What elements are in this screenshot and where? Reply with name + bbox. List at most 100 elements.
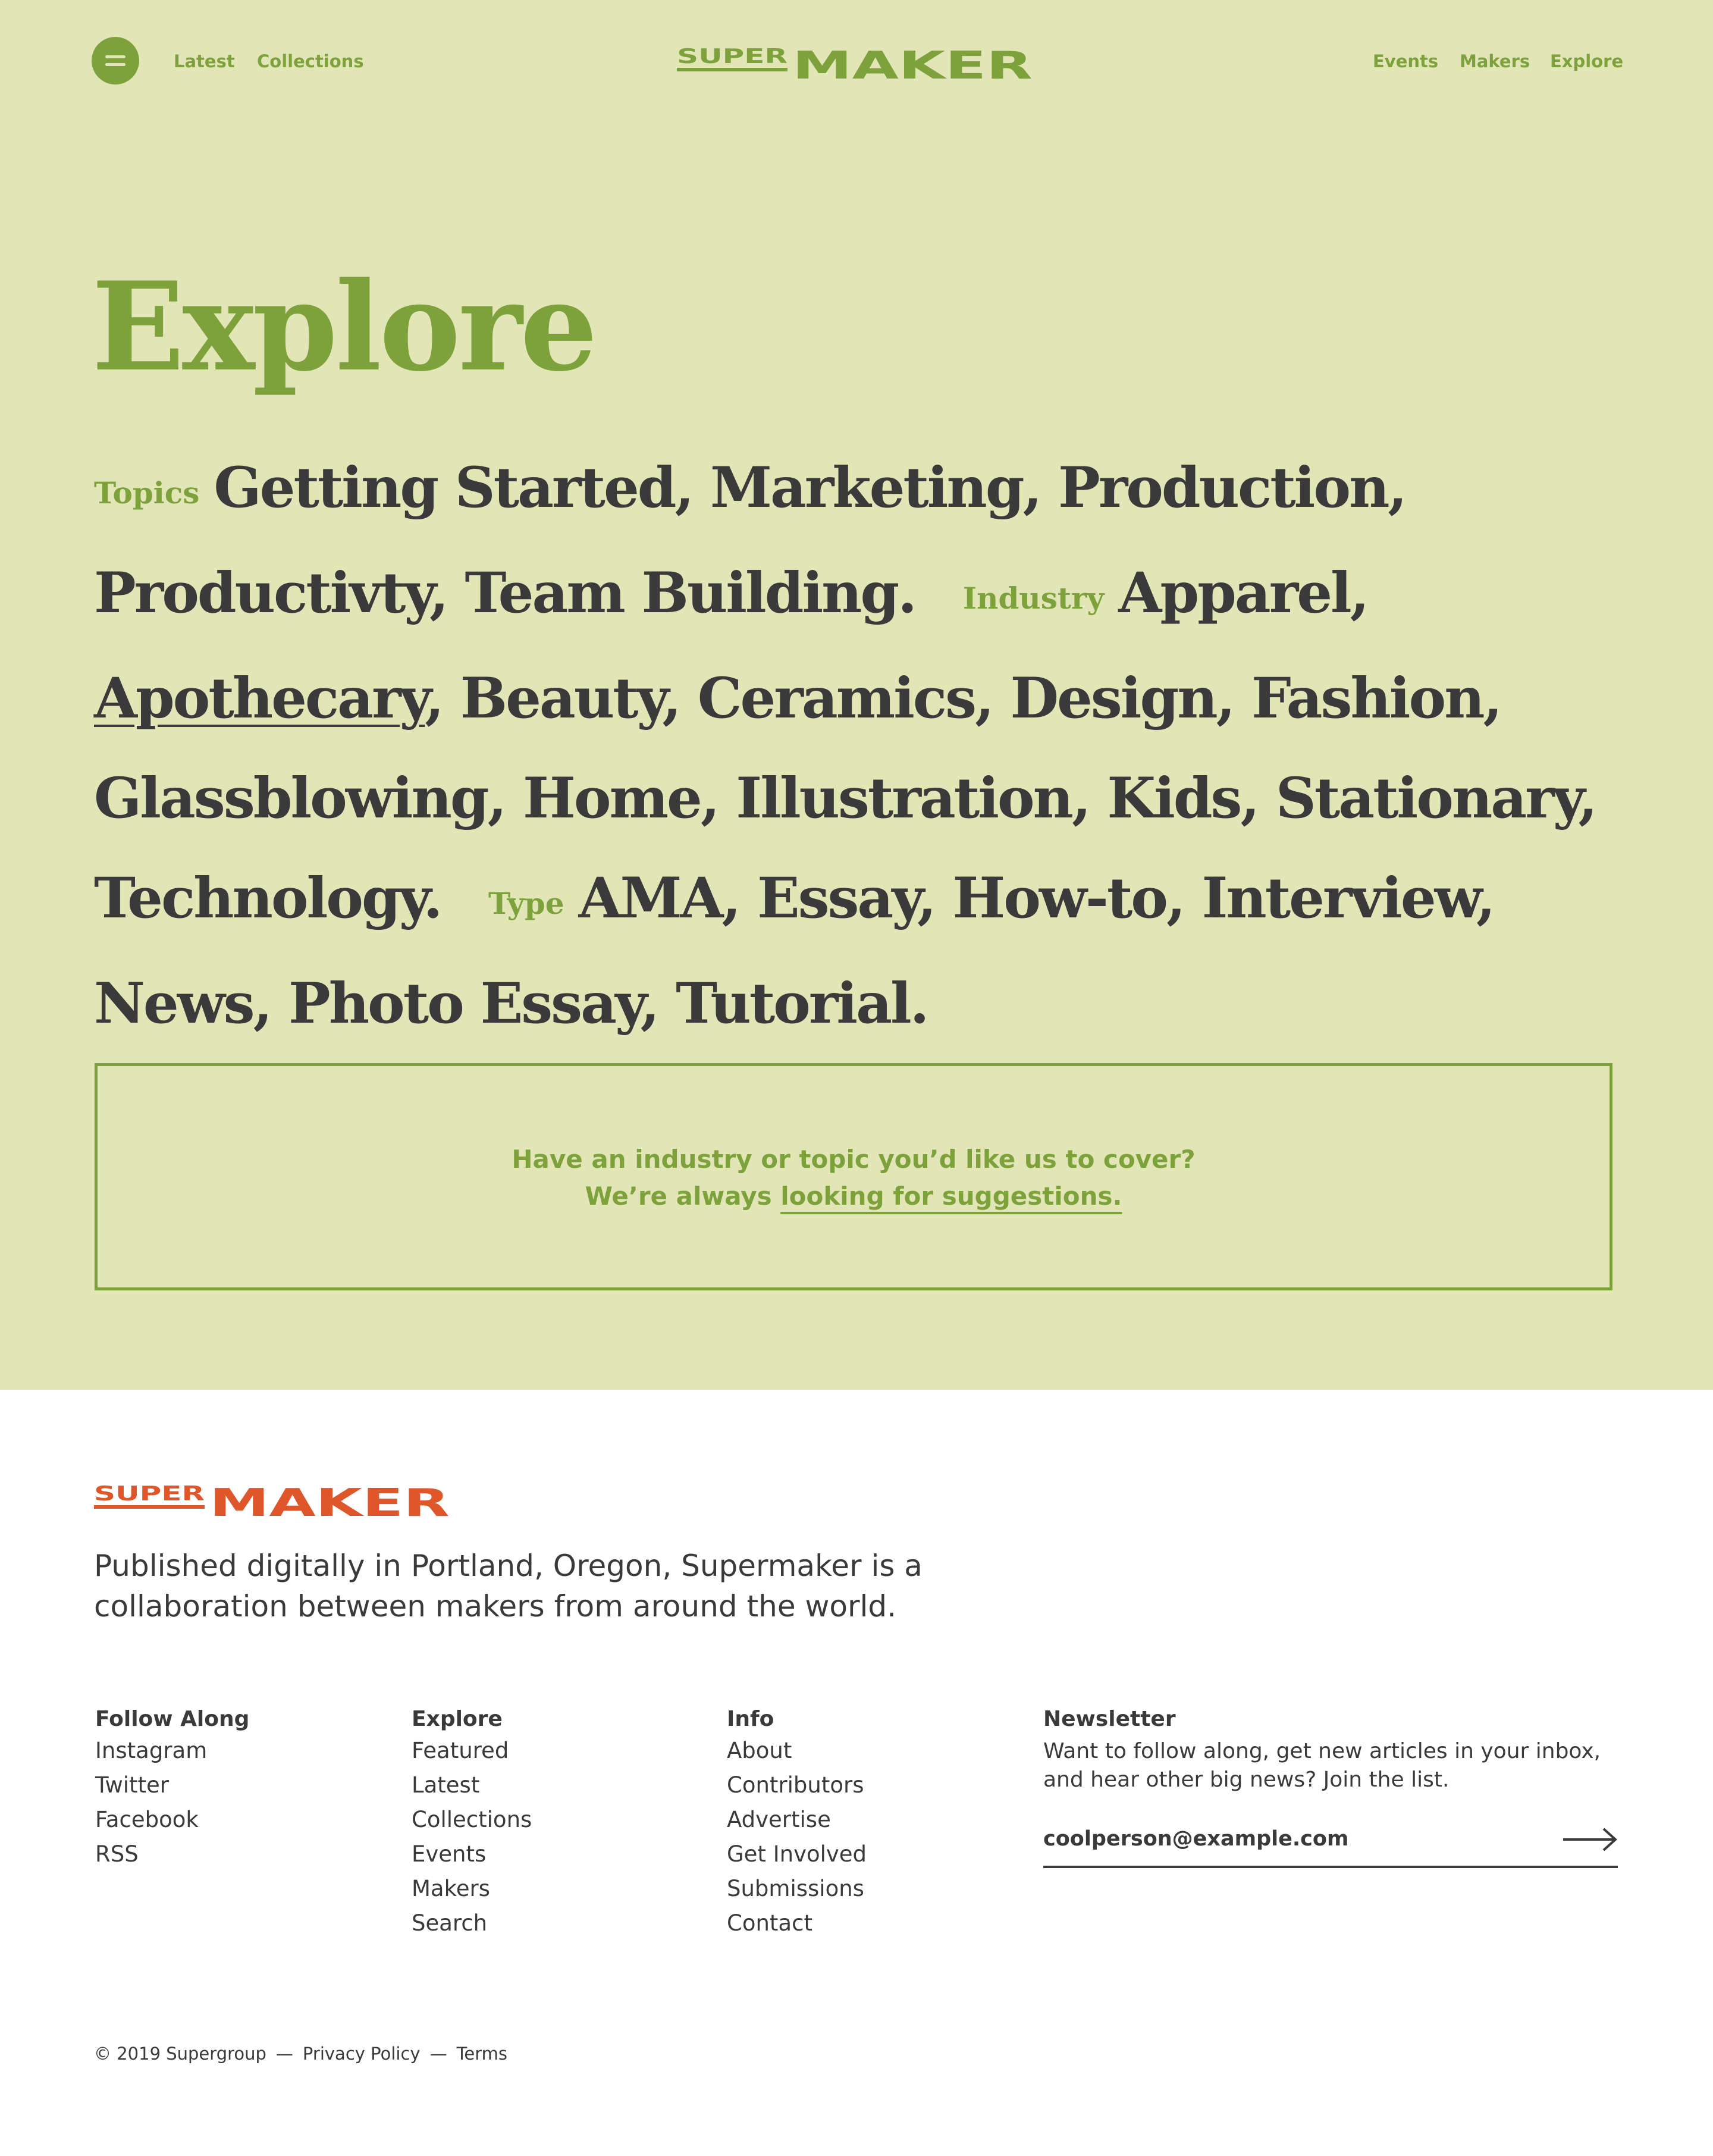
footer-link-featured[interactable]: Featured: [412, 1738, 509, 1763]
nav-link-makers[interactable]: Makers: [1460, 51, 1530, 72]
separator: —: [429, 2044, 447, 2064]
tag-link[interactable]: Illustration: [736, 766, 1074, 831]
tag-group-label: Type: [488, 886, 564, 921]
tag-link[interactable]: Team Building: [465, 560, 899, 626]
tag-link[interactable]: Production: [1058, 455, 1389, 521]
footer-link-latest[interactable]: Latest: [412, 1772, 479, 1798]
tag-link[interactable]: Productivty: [94, 560, 431, 626]
tag-separator: ,: [425, 666, 460, 731]
nav-link-events[interactable]: Events: [1373, 51, 1438, 72]
tag-separator: ,: [429, 560, 465, 626]
footer-link-rss[interactable]: RSS: [95, 1841, 139, 1867]
footer-link-contributors[interactable]: Contributors: [727, 1772, 864, 1798]
tag-link[interactable]: Home: [523, 766, 702, 831]
footer-link-instagram[interactable]: Instagram: [95, 1738, 207, 1763]
nav-link-explore[interactable]: Explore: [1550, 51, 1623, 72]
explore-section: Latest Collections SUPER MAKER Events Ma…: [0, 0, 1713, 1390]
tag-separator: ,: [1071, 766, 1108, 831]
footer-logo[interactable]: SUPER MAKER: [94, 1483, 451, 1518]
tag-separator: ,: [487, 766, 523, 831]
tag-link[interactable]: Getting Started: [214, 455, 676, 521]
footer-link-twitter[interactable]: Twitter: [95, 1772, 169, 1798]
page-title: Explore: [92, 256, 598, 399]
tag-link[interactable]: Photo Essay: [288, 971, 642, 1036]
suggestion-prefix: We’re always: [585, 1182, 772, 1211]
tag-separator: ,: [1350, 560, 1370, 626]
logo-underline: [94, 1505, 205, 1509]
tag-link[interactable]: How-to: [952, 866, 1168, 931]
footer-link-get-involved[interactable]: Get Involved: [727, 1841, 867, 1867]
tag-link[interactable]: Fashion: [1251, 666, 1485, 731]
tag-separator: ,: [1578, 766, 1598, 831]
tag-link[interactable]: News: [94, 971, 255, 1036]
copyright: © 2019 Supergroup: [94, 2044, 266, 2064]
separator: —: [275, 2044, 293, 2064]
tag-separator: ,: [1216, 666, 1252, 731]
tag-separator: ,: [662, 666, 698, 731]
tag-separator: ,: [721, 866, 757, 931]
newsletter-form: [1043, 1820, 1618, 1868]
footer-tagline: Published digitally in Portland, Oregon,…: [94, 1549, 923, 1624]
tag-link[interactable]: Apothecary: [94, 666, 426, 731]
footer-link-advertise[interactable]: Advertise: [727, 1807, 831, 1832]
footer-link-search[interactable]: Search: [412, 1910, 487, 1936]
footer-link-makers[interactable]: Makers: [412, 1876, 490, 1901]
footer-link-events[interactable]: Events: [412, 1841, 486, 1867]
tag-link[interactable]: Kids: [1107, 766, 1242, 831]
footer-column-info: Info About Contributors Advertise Get In…: [727, 1705, 867, 1941]
footer-link-about[interactable]: About: [727, 1738, 792, 1763]
tag-link[interactable]: Beauty: [460, 666, 664, 731]
newsletter-email-input[interactable]: [1043, 1824, 1555, 1854]
tag-link[interactable]: Design: [1011, 666, 1218, 731]
nav-link-latest[interactable]: Latest: [174, 51, 235, 72]
tag-link[interactable]: Interview: [1201, 866, 1477, 931]
logo-word-small: SUPER: [94, 1483, 205, 1506]
tag-separator: ,: [1022, 455, 1059, 521]
privacy-policy-link[interactable]: Privacy Policy: [303, 2044, 421, 2064]
terms-link[interactable]: Terms: [457, 2044, 507, 2064]
footer-column-heading: Info: [727, 1707, 774, 1731]
logo-word-small: SUPER: [677, 45, 788, 68]
newsletter-description: Want to follow along, get new articles i…: [1043, 1739, 1601, 1792]
arrow-right-icon[interactable]: [1562, 1825, 1618, 1854]
suggestion-box: Have an industry or topic you’d like us …: [95, 1063, 1612, 1290]
suggestions-link[interactable]: looking for suggestions.: [780, 1182, 1122, 1211]
tag-group-label: Topics: [94, 475, 200, 510]
legal-bar: © 2019 Supergroup — Privacy Policy — Terms: [94, 2042, 507, 2066]
tag-separator: ,: [674, 455, 710, 521]
newsletter-section: Newsletter Want to follow along, get new…: [1043, 1705, 1626, 1868]
suggestion-text: Have an industry or topic you’d like us …: [512, 1145, 1196, 1174]
tag-link[interactable]: Glassblowing: [94, 766, 490, 831]
footer-link-contact[interactable]: Contact: [727, 1910, 812, 1936]
footer-link-collections[interactable]: Collections: [412, 1807, 532, 1832]
footer-column-heading: Follow Along: [95, 1707, 250, 1731]
tag-group-label: Industry: [962, 581, 1105, 616]
tag-link[interactable]: Tutorial: [676, 971, 912, 1036]
tag-link[interactable]: Marketing: [710, 455, 1025, 521]
tag-groups: Topics Getting Started, Marketing, Produc…: [94, 438, 1629, 1054]
tag-separator: ,: [975, 666, 1011, 731]
tag-separator: .: [423, 866, 459, 931]
newsletter-heading: Newsletter: [1043, 1707, 1176, 1731]
tag-link[interactable]: AMA: [579, 866, 724, 931]
tag-separator: ,: [700, 766, 736, 831]
tag-separator: .: [909, 971, 930, 1036]
tag-separator: ,: [1166, 866, 1202, 931]
hamburger-line: [105, 63, 126, 66]
tag-link[interactable]: Ceramics: [698, 666, 977, 731]
hamburger-menu-button[interactable]: [92, 37, 139, 84]
nav-link-collections[interactable]: Collections: [257, 51, 364, 72]
tag-link[interactable]: Stationary: [1276, 766, 1580, 831]
tag-link[interactable]: Essay: [757, 866, 919, 931]
hamburger-line: [105, 55, 126, 58]
footer-column-explore: Explore Featured Latest Collections Even…: [412, 1705, 532, 1941]
tag-separator: ,: [1388, 455, 1407, 521]
suggestion-line-two: We’re always looking for suggestions.: [98, 1178, 1610, 1215]
tag-separator: ,: [253, 971, 289, 1036]
tag-link[interactable]: Apparel: [1118, 560, 1351, 626]
footer-link-facebook[interactable]: Facebook: [95, 1807, 199, 1832]
footer-link-submissions[interactable]: Submissions: [727, 1876, 864, 1901]
site-logo[interactable]: SUPER MAKER: [677, 45, 1034, 81]
tag-link[interactable]: Technology: [94, 866, 425, 931]
tag-separator: ,: [1240, 766, 1276, 831]
